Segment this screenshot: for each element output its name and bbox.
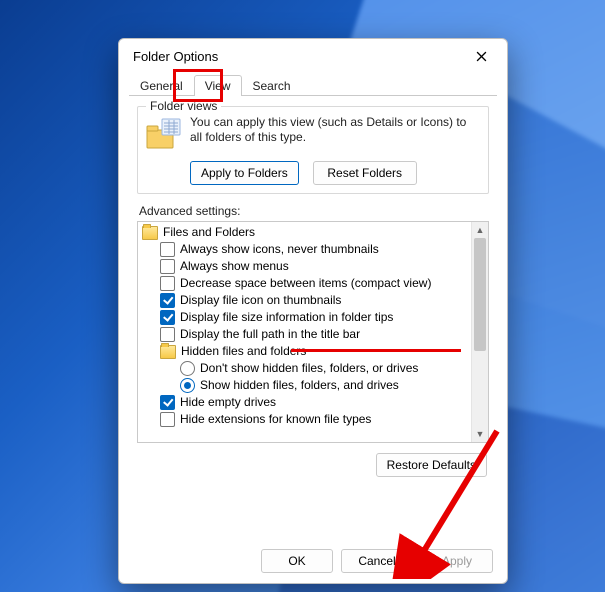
checkbox-icon[interactable]	[160, 327, 175, 342]
tree-radio-show-hidden[interactable]: Show hidden files, folders, and drives	[140, 377, 471, 394]
tree-item-hide-empty-drives[interactable]: Hide empty drives	[140, 394, 471, 411]
tree-item-hide-extensions[interactable]: Hide extensions for known file types	[140, 411, 471, 428]
tree-item-display-file-icon[interactable]: Display file icon on thumbnails	[140, 292, 471, 309]
tree-radio-dont-show-hidden[interactable]: Don't show hidden files, folders, or dri…	[140, 360, 471, 377]
advanced-settings-label: Advanced settings:	[139, 204, 489, 218]
desktop-background: Folder Options General View Search Folde…	[0, 0, 605, 592]
tab-general[interactable]: General	[129, 75, 194, 96]
reset-folders-button[interactable]: Reset Folders	[313, 161, 417, 185]
folder-options-dialog: Folder Options General View Search Folde…	[118, 38, 508, 584]
folder-views-description: You can apply this view (such as Details…	[190, 115, 480, 151]
tab-bar: General View Search	[129, 73, 497, 96]
checkbox-icon[interactable]	[160, 259, 175, 274]
dialog-button-row: OK Cancel Apply	[119, 549, 507, 573]
tree-body[interactable]: Files and Folders Always show icons, nev…	[138, 222, 471, 442]
checkbox-icon[interactable]	[160, 242, 175, 257]
tab-view[interactable]: View	[194, 75, 242, 96]
tree-folder-files-and-folders[interactable]: Files and Folders	[140, 224, 471, 241]
tab-search[interactable]: Search	[242, 75, 302, 96]
close-icon	[476, 51, 487, 62]
radio-icon[interactable]	[180, 361, 195, 376]
restore-defaults-button[interactable]: Restore Defaults	[376, 453, 487, 477]
folder-icon	[160, 345, 176, 359]
titlebar[interactable]: Folder Options	[119, 39, 507, 73]
checkbox-icon[interactable]	[160, 395, 175, 410]
advanced-settings-tree: Files and Folders Always show icons, nev…	[137, 221, 489, 443]
tree-item-display-file-size[interactable]: Display file size information in folder …	[140, 309, 471, 326]
folder-options-icon	[146, 117, 182, 151]
scroll-thumb[interactable]	[474, 238, 486, 351]
tree-item-always-show-menus[interactable]: Always show menus	[140, 258, 471, 275]
radio-icon[interactable]	[180, 378, 195, 393]
apply-button[interactable]: Apply	[421, 549, 493, 573]
checkbox-icon[interactable]	[160, 293, 175, 308]
tree-scrollbar[interactable]: ▲ ▼	[471, 222, 488, 442]
scroll-track[interactable]	[472, 238, 488, 426]
checkbox-icon[interactable]	[160, 412, 175, 427]
tree-folder-label: Files and Folders	[163, 224, 255, 241]
close-button[interactable]	[461, 42, 501, 70]
cancel-button[interactable]: Cancel	[341, 549, 413, 573]
ok-button[interactable]: OK	[261, 549, 333, 573]
dialog-title: Folder Options	[133, 49, 461, 64]
checkbox-icon[interactable]	[160, 310, 175, 325]
tree-item-compact-view[interactable]: Decrease space between items (compact vi…	[140, 275, 471, 292]
checkbox-icon[interactable]	[160, 276, 175, 291]
apply-to-folders-button[interactable]: Apply to Folders	[190, 161, 299, 185]
scroll-down-button[interactable]: ▼	[472, 426, 488, 442]
scroll-up-button[interactable]: ▲	[472, 222, 488, 238]
tree-item-always-show-icons[interactable]: Always show icons, never thumbnails	[140, 241, 471, 258]
folder-views-group: Folder views You can apply this view (su…	[137, 106, 489, 194]
tab-page-view: Folder views You can apply this view (su…	[129, 96, 497, 477]
tree-item-full-path-titlebar[interactable]: Display the full path in the title bar	[140, 326, 471, 343]
folder-views-legend: Folder views	[146, 99, 221, 113]
folder-icon	[142, 226, 158, 240]
tree-folder-hidden-files[interactable]: Hidden files and folders	[140, 343, 471, 360]
